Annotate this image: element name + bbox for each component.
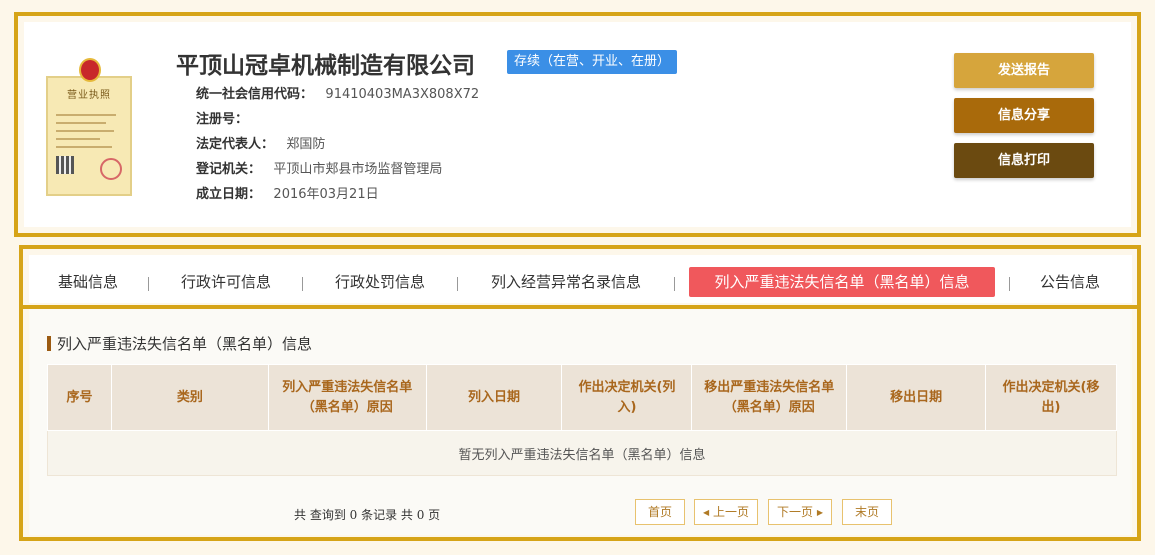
col-listing-reason: 列入严重违法失信名单（黑名单）原因 xyxy=(267,364,427,431)
business-license-image[interactable]: 营业执照 xyxy=(46,58,132,198)
national-emblem-icon xyxy=(79,58,101,82)
tab-basic-info[interactable]: 基础信息 xyxy=(50,267,126,297)
pager-last-button[interactable]: 末页 xyxy=(842,499,892,525)
pager-next-button[interactable]: 下一页 ▶ xyxy=(768,499,832,525)
col-category: 类别 xyxy=(110,364,269,431)
blacklist-section: 列入严重违法失信名单（黑名单）信息 序号 类别 列入严重违法失信名单（黑名单）原… xyxy=(29,309,1132,535)
col-listing-authority: 作出决定机关(列入) xyxy=(561,364,693,431)
tab-abnormal-list[interactable]: 列入经营异常名录信息 xyxy=(482,267,650,297)
pager-first-button[interactable]: 首页 xyxy=(635,499,685,525)
col-removal-authority: 作出决定机关(移出) xyxy=(985,364,1117,431)
tab-admin-license[interactable]: 行政许可信息 xyxy=(173,267,279,297)
blacklist-table: 序号 类别 列入严重违法失信名单（黑名单）原因 列入日期 作出决定机关(列入) … xyxy=(47,364,1117,476)
company-name: 平顶山冠卓机械制造有限公司 xyxy=(176,52,475,79)
empty-message: 暂无列入严重违法失信名单（黑名单）信息 xyxy=(47,430,1117,476)
license-title: 营业执照 xyxy=(67,90,111,101)
pager-summary: 共 查询到 0 条记录 共 0 页 xyxy=(294,508,441,522)
share-info-button[interactable]: 信息分享 xyxy=(954,98,1094,133)
info-credit-code: 统一社会信用代码： 91410403MA3X808X72 xyxy=(196,87,480,102)
send-report-button[interactable]: 发送报告 xyxy=(954,53,1094,88)
info-registration-authority: 登记机关： 平顶山市郏县市场监督管理局 xyxy=(196,162,443,177)
info-registration-number: 注册号： xyxy=(196,112,249,127)
col-removal-reason: 移出严重违法失信名单（黑名单）原因 xyxy=(691,364,848,431)
table-header-row: 序号 类别 列入严重违法失信名单（黑名单）原因 列入日期 作出决定机关(列入) … xyxy=(47,364,1117,431)
tab-blacklist[interactable]: 列入严重违法失信名单（黑名单）信息 xyxy=(689,267,995,297)
tab-bar: 基础信息 行政许可信息 行政处罚信息 列入经营异常名录信息 列入严重违法失信名单… xyxy=(29,255,1132,303)
seal-icon xyxy=(100,158,122,180)
pager-prev-button[interactable]: ◀ 上一页 xyxy=(694,499,758,525)
col-index: 序号 xyxy=(47,364,112,431)
tab-announcements[interactable]: 公告信息 xyxy=(1032,267,1108,297)
status-badge: 存续（在营、开业、在册） xyxy=(507,50,678,74)
chevron-right-icon: ▶ xyxy=(816,508,823,517)
qr-code-icon xyxy=(56,156,74,174)
chevron-left-icon: ◀ xyxy=(703,508,710,517)
tab-admin-penalty[interactable]: 行政处罚信息 xyxy=(327,267,433,297)
print-info-button[interactable]: 信息打印 xyxy=(954,143,1094,178)
info-established-date: 成立日期： 2016年03月21日 xyxy=(196,187,379,202)
table-row: 暂无列入严重违法失信名单（黑名单）信息 xyxy=(47,430,1117,476)
col-listing-date: 列入日期 xyxy=(425,364,563,431)
info-legal-representative: 法定代表人： 郑国防 xyxy=(196,137,326,152)
col-removal-date: 移出日期 xyxy=(846,364,987,431)
detail-panel: 基础信息 行政许可信息 行政处罚信息 列入经营异常名录信息 列入严重违法失信名单… xyxy=(19,245,1141,541)
section-title: 列入严重违法失信名单（黑名单）信息 xyxy=(47,333,312,354)
